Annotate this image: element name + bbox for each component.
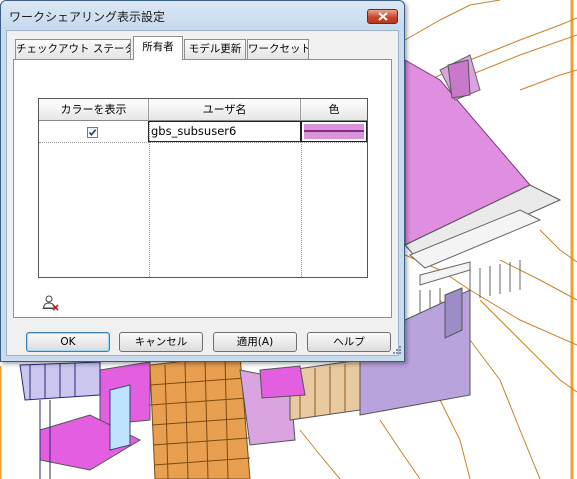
column-header-username[interactable]: ユーザ名 xyxy=(149,99,301,121)
resize-grip[interactable] xyxy=(392,340,402,359)
apply-button[interactable]: 適用(A) xyxy=(213,332,297,352)
remove-user-icon[interactable] xyxy=(42,294,60,316)
title-bar[interactable]: ワークシェアリング表示設定 xyxy=(1,1,404,29)
worksharing-display-settings-dialog: ワークシェアリング表示設定 チェックアウト ステータス 所有者 モデル更新 ワー… xyxy=(0,0,405,362)
row-divider xyxy=(39,142,367,143)
owners-table: カラーを表示 ユーザ名 色 gbs_subsuser6 xyxy=(38,98,368,278)
show-color-checkbox[interactable] xyxy=(87,127,98,138)
cancel-button[interactable]: キャンセル xyxy=(119,332,203,352)
dialog-body: チェックアウト ステータス 所有者 モデル更新 ワークセット カラーを表示 ユー… xyxy=(6,30,399,356)
ok-button[interactable]: OK xyxy=(26,332,110,352)
column-divider xyxy=(149,121,150,277)
close-button[interactable] xyxy=(367,9,398,24)
username-cell[interactable]: gbs_subsuser6 xyxy=(148,121,301,142)
checkmark-icon xyxy=(88,129,97,137)
color-cell[interactable] xyxy=(301,121,367,142)
column-header-color[interactable]: 色 xyxy=(301,99,367,121)
help-button[interactable]: ヘルプ xyxy=(307,332,391,352)
tab-model-updates[interactable]: モデル更新 xyxy=(184,39,246,59)
window-title: ワークシェアリング表示設定 xyxy=(9,10,166,24)
column-header-show-color[interactable]: カラーを表示 xyxy=(39,99,149,121)
tab-owners[interactable]: 所有者 xyxy=(133,36,183,60)
owners-tab-panel: カラーを表示 ユーザ名 色 gbs_subsuser6 xyxy=(13,59,392,318)
column-divider xyxy=(301,121,302,277)
close-icon xyxy=(378,12,388,21)
resize-grip-icon xyxy=(393,346,401,354)
tab-worksets[interactable]: ワークセット xyxy=(247,39,309,59)
tab-checkout-status[interactable]: チェックアウト ステータス xyxy=(15,39,131,59)
color-swatch-line xyxy=(304,130,364,132)
